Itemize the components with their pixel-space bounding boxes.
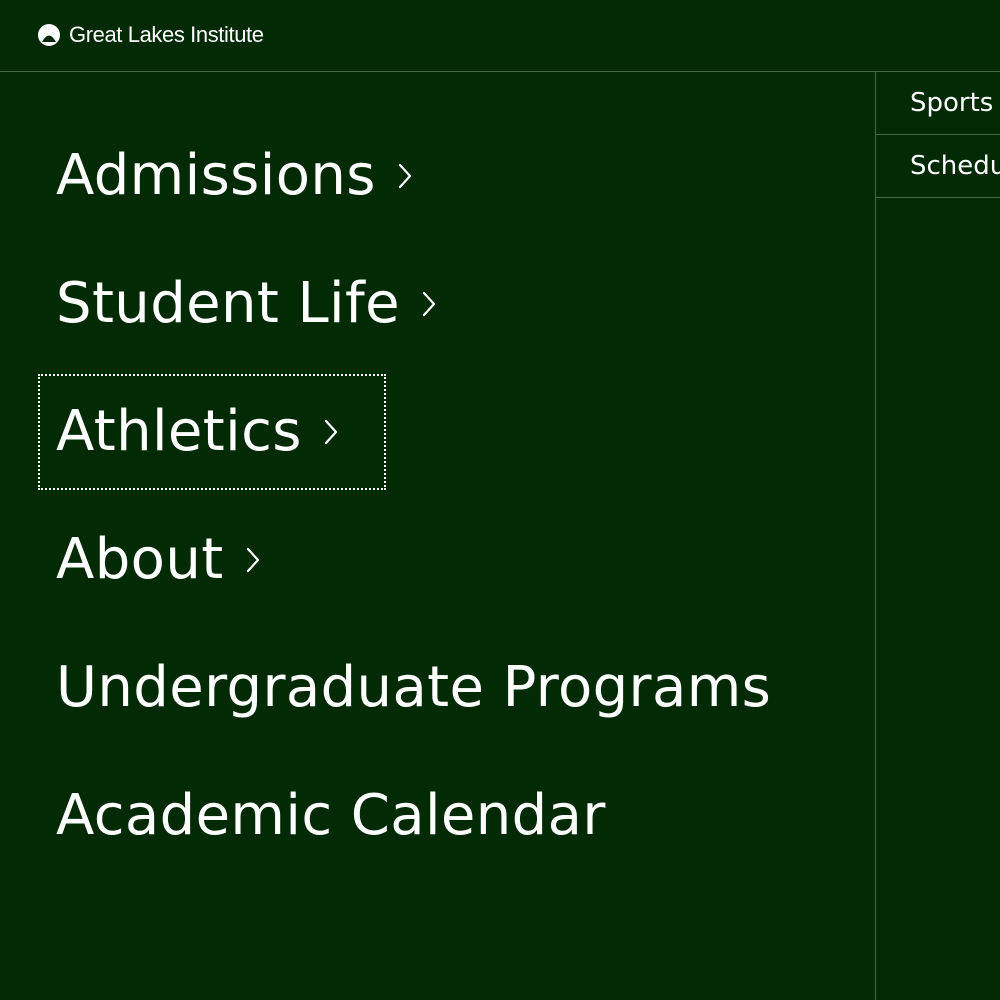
submenu-item-schedule[interactable]: Schedu [876,135,1000,198]
main-menu: Admissions Student Life Athletics About … [38,112,856,880]
menu-item-about[interactable]: About [56,496,856,624]
menu-item-label: Academic Calendar [56,783,606,848]
menu-item-label: Undergraduate Programs [56,655,772,720]
menu-item-label: Athletics [56,399,302,464]
top-bar: Great Lakes Institute [0,0,1000,72]
chevron-right-icon [324,419,338,449]
chevron-right-icon [246,547,260,577]
navigation-overlay: Great Lakes Institute Admissions Student… [0,0,1000,1000]
chevron-right-icon [422,291,436,321]
menu-item-student-life[interactable]: Student Life [56,240,856,368]
menu-item-academic-calendar[interactable]: Academic Calendar [56,752,856,880]
menu-item-label: Student Life [56,271,400,336]
logo-icon [37,23,61,47]
menu-item-label: About [56,527,224,592]
logo-link[interactable]: Great Lakes Institute [37,22,264,48]
menu-item-undergraduate-programs[interactable]: Undergraduate Programs [56,624,856,752]
submenu-item-sports[interactable]: Sports [876,72,1000,135]
menu-item-label: Admissions [56,143,376,208]
submenu-panel: Sports Schedu [875,72,1000,1000]
chevron-right-icon [398,163,412,193]
menu-item-athletics[interactable]: Athletics [38,368,856,496]
menu-item-admissions[interactable]: Admissions [56,112,856,240]
brand-name: Great Lakes Institute [69,22,264,47]
